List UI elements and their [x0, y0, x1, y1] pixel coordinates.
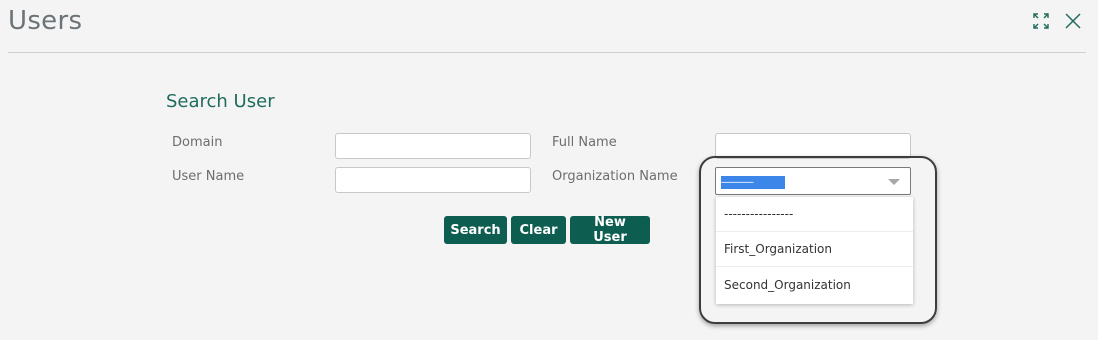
new-user-button[interactable]: New User — [570, 215, 650, 245]
window-controls — [1032, 12, 1082, 30]
full-name-label: Full Name — [552, 135, 617, 150]
close-icon[interactable] — [1064, 12, 1082, 30]
search-button[interactable]: Search — [444, 216, 507, 244]
window-title: Users — [8, 6, 83, 36]
expand-icon[interactable] — [1032, 12, 1050, 30]
dropdown-option-second-organization[interactable]: Second_Organization — [716, 267, 913, 302]
dropdown-option-first-organization[interactable]: First_Organization — [716, 232, 913, 267]
organization-select-value: ---------------- — [721, 176, 785, 189]
user-name-label: User Name — [172, 169, 245, 184]
domain-input[interactable] — [335, 133, 531, 159]
organization-select[interactable]: ---------------- — [715, 167, 911, 195]
dropdown-option-empty[interactable]: ---------------- — [716, 197, 913, 232]
header-divider — [8, 52, 1086, 53]
section-title: Search User — [166, 91, 275, 112]
clear-button[interactable]: Clear — [511, 216, 566, 244]
user-name-input[interactable] — [335, 167, 531, 193]
domain-label: Domain — [172, 135, 223, 150]
chevron-down-icon — [888, 179, 900, 185]
organization-dropdown: ---------------- First_Organization Seco… — [716, 197, 913, 304]
organization-name-label: Organization Name — [552, 169, 678, 184]
